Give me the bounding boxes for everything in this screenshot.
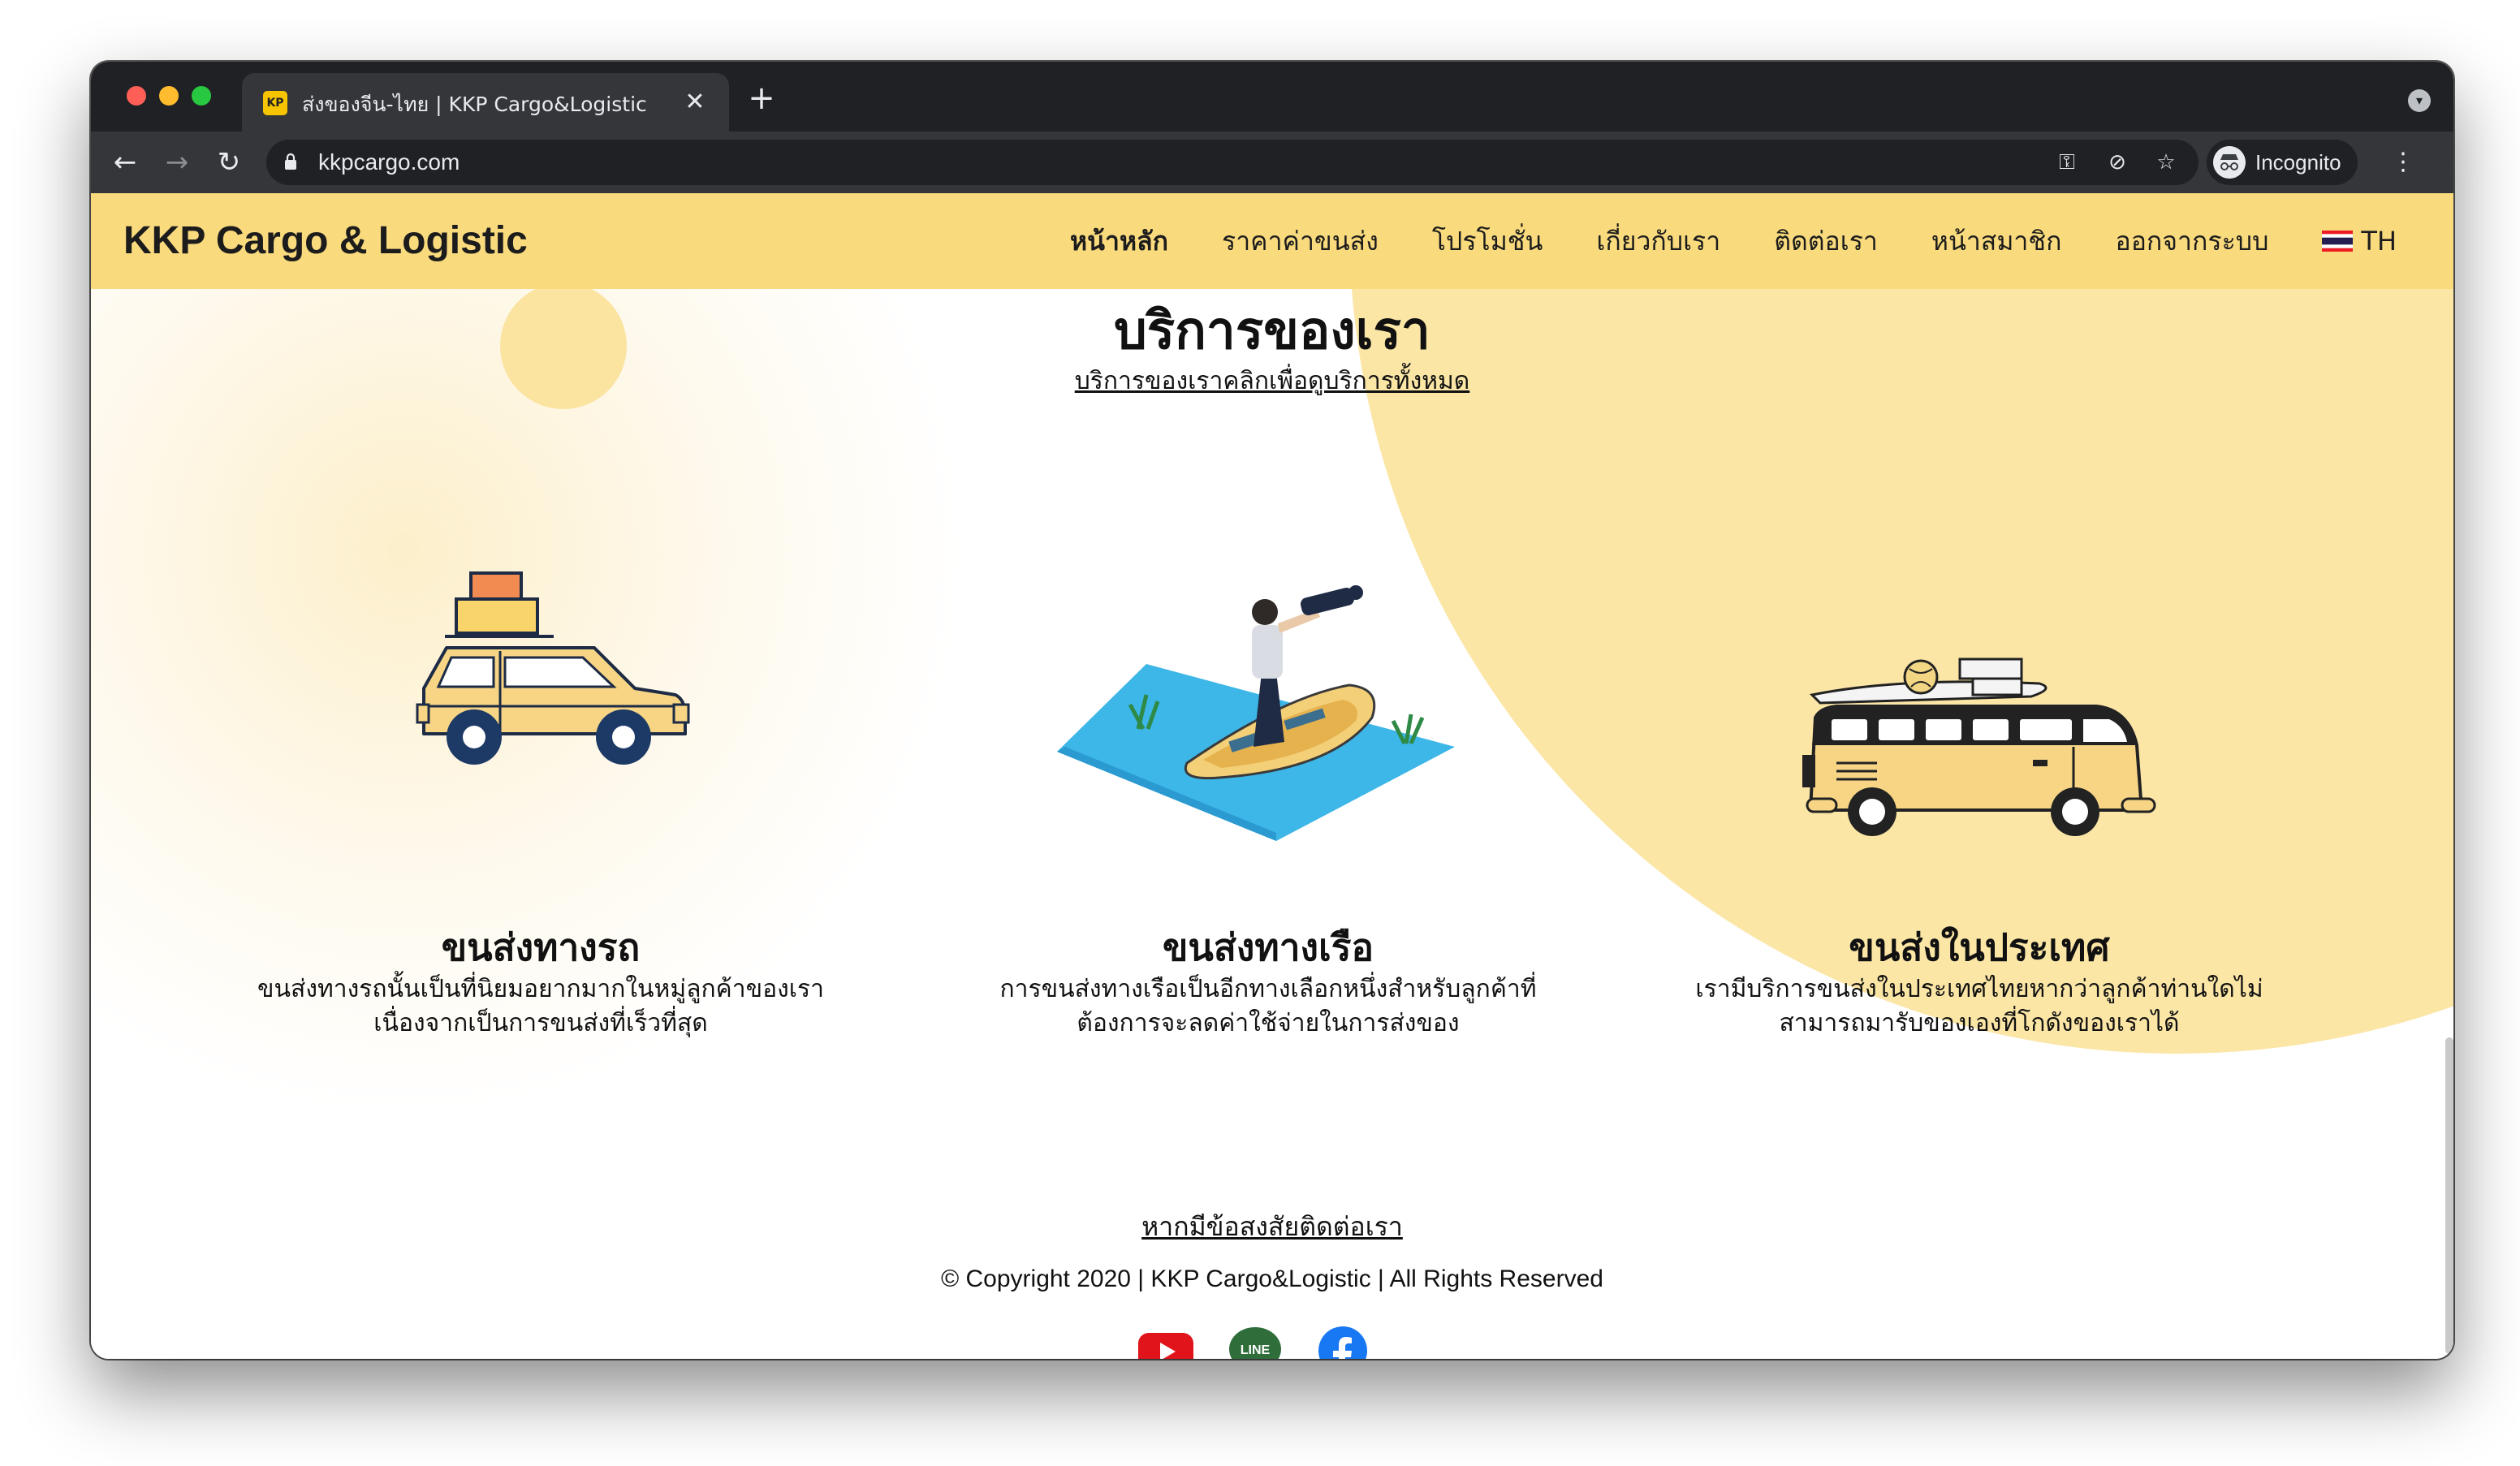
language-label: TH <box>2361 226 2397 257</box>
site-brand[interactable]: KKP Cargo & Logistic <box>123 218 528 265</box>
thai-flag-icon <box>2322 231 2354 252</box>
nav-link-contact[interactable]: ติดต่อเรา <box>1774 225 1878 257</box>
service-desc-ship-line2: ต้องการจะลดค่าใช้จ่ายในการส่งของ <box>1077 1009 1460 1037</box>
boat-illustration[interactable] <box>1041 534 1479 843</box>
service-desc-ship-line1: การขนส่งทางเรือเป็นอีกทางเลือกหนึ่งสำหรั… <box>999 975 1537 1003</box>
browser-toolbar: ← → ↻ kkpcargo.com ⚿ ⊘ ☆ Incognito ⋮ <box>91 132 2453 193</box>
incognito-label: Incognito <box>2255 150 2341 175</box>
contact-us-link[interactable]: หากมีข้อสงสัยติดต่อเรา <box>91 1209 2453 1244</box>
nav-link-shipping-rates[interactable]: ราคาค่าขนส่ง <box>1222 225 1379 257</box>
service-title-truck[interactable]: ขนส่งทางรถ <box>175 924 906 971</box>
key-icon[interactable]: ⚿ <box>2054 149 2080 175</box>
favicon-icon: KP <box>263 91 287 115</box>
browser-menu-icon[interactable]: ⋮ <box>2387 144 2419 180</box>
youtube-icon[interactable] <box>1138 1326 1193 1359</box>
reload-button[interactable]: ↻ <box>211 144 247 180</box>
tab-title: ส่งของจีน-ไทย | KKP Cargo&Logistic <box>302 93 647 116</box>
minimize-window-button[interactable] <box>159 86 179 106</box>
nav-link-about[interactable]: เกี่ยวกับเรา <box>1596 225 1720 257</box>
incognito-icon <box>2213 146 2246 179</box>
tab-strip: KP ส่งของจีน-ไทย | KKP Cargo&Logistic ✕ … <box>91 62 2453 132</box>
tab-search-icon[interactable]: ▾ <box>2408 89 2431 112</box>
site-navbar: KKP Cargo & Logistic หน้าหลัก ราคาค่าขนส… <box>91 193 2453 289</box>
lock-icon[interactable] <box>284 153 297 170</box>
browser-window: KP ส่งของจีน-ไทย | KKP Cargo&Logistic ✕ … <box>91 62 2453 1359</box>
page-viewport: KKP Cargo & Logistic หน้าหลัก ราคาค่าขนส… <box>91 193 2453 1359</box>
service-desc-domestic-line1: เรามีบริการขนส่งในประเทศไทยหากว่าลูกค้าท… <box>1695 975 2263 1003</box>
copyright-text: © Copyright 2020 | KKP Cargo&Logistic | … <box>941 1266 1603 1292</box>
nav-link-member[interactable]: หน้าสมาชิก <box>1931 225 2062 257</box>
nav-link-promotions[interactable]: โปรโมชั่น <box>1432 225 1543 257</box>
facebook-icon[interactable] <box>1315 1326 1370 1359</box>
services-all-link[interactable]: บริการของเราคลิกเพื่อดูบริการทั้งหมด <box>91 365 2453 398</box>
close-window-button[interactable] <box>127 86 146 106</box>
eye-off-icon[interactable]: ⊘ <box>2104 149 2130 175</box>
star-icon[interactable]: ☆ <box>2153 149 2179 175</box>
tab-close-icon[interactable]: ✕ <box>680 88 710 117</box>
service-title-domestic[interactable]: ขนส่งในประเทศ <box>1614 924 2345 971</box>
van-illustration[interactable] <box>1788 632 2161 843</box>
nav-menu: หน้าหลัก ราคาค่าขนส่ง โปรโมชั่น เกี่ยวกั… <box>1070 193 2397 289</box>
service-desc-truck-line2: เนื่องจากเป็นการขนส่งที่เร็วที่สุด <box>373 1009 708 1037</box>
incognito-profile-button[interactable]: Incognito <box>2207 140 2358 185</box>
nav-link-logout[interactable]: ออกจากระบบ <box>2115 225 2268 257</box>
service-desc-domestic-line2: สามารถมารับของเองที่โกดังของเราได้ <box>1779 1009 2180 1037</box>
line-icon[interactable]: LINE <box>1228 1326 1283 1359</box>
services-title: บริการของเรา <box>1114 301 1430 361</box>
language-switcher[interactable]: TH <box>2322 225 2397 257</box>
new-tab-button[interactable]: + <box>745 82 778 115</box>
address-bar[interactable]: kkpcargo.com ⚿ ⊘ ☆ <box>266 140 2199 185</box>
service-title-ship[interactable]: ขนส่งทางเรือ <box>903 924 1633 971</box>
line-icon-label: LINE <box>1241 1343 1271 1357</box>
forward-button[interactable]: → <box>159 144 195 180</box>
tab-active[interactable]: KP ส่งของจีน-ไทย | KKP Cargo&Logistic ✕ <box>242 73 729 132</box>
car-illustration[interactable] <box>391 567 692 786</box>
nav-link-home[interactable]: หน้าหลัก <box>1070 225 1168 257</box>
page-scrollbar[interactable] <box>2445 1037 2453 1354</box>
service-desc-truck-line1: ขนส่งทางรถนั้นเป็นที่นิยมอยากมากในหมู่ลู… <box>257 975 824 1003</box>
url-text[interactable]: kkpcargo.com <box>318 148 460 177</box>
maximize-window-button[interactable] <box>192 86 211 106</box>
back-button[interactable]: ← <box>107 144 143 180</box>
